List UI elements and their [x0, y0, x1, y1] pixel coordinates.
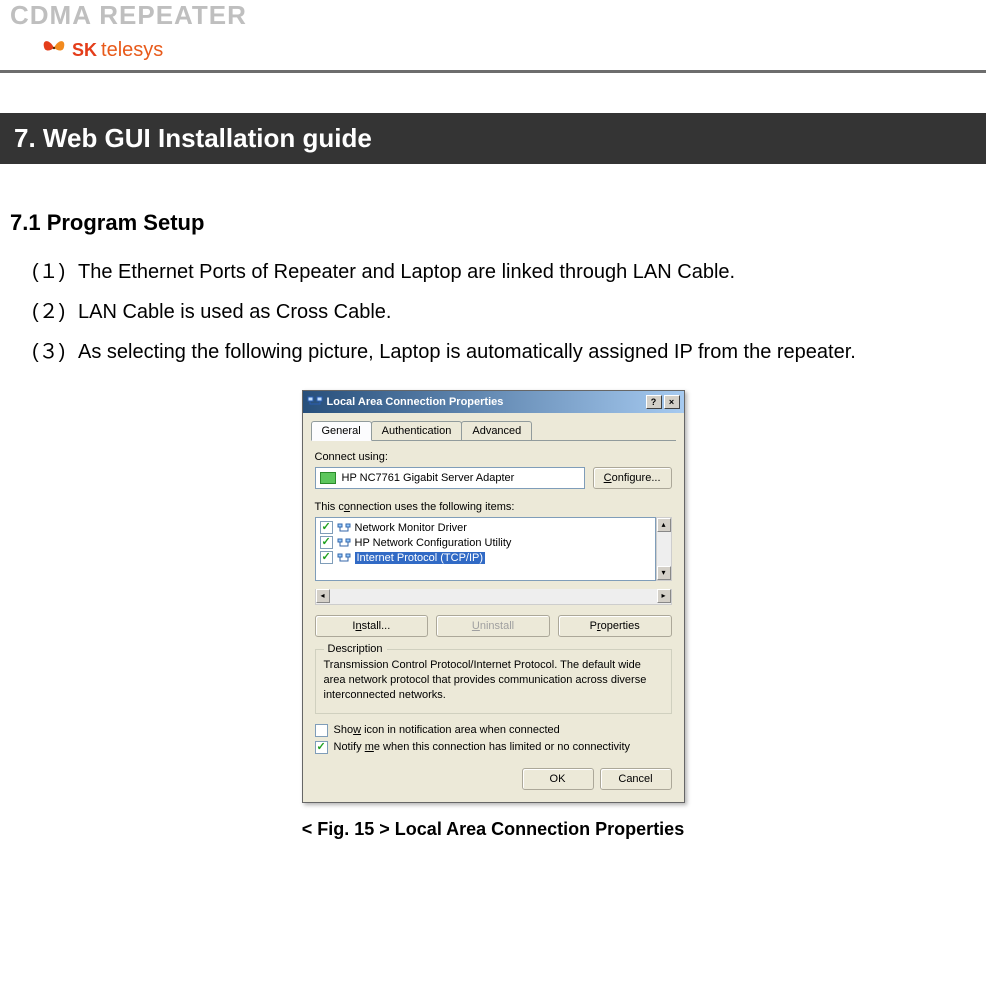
scroll-down-icon[interactable]: ▾ [657, 566, 671, 580]
configure-button[interactable]: Configure... [593, 467, 672, 489]
list-item: (２)LAN Cable is used as Cross Cable. [32, 298, 976, 326]
close-button[interactable]: × [664, 395, 680, 409]
butterfly-icon [40, 37, 68, 64]
section-header: 7. Web GUI Installation guide [0, 113, 986, 164]
list-item-text: The Ethernet Ports of Repeater and Lapto… [78, 261, 735, 283]
checkbox-icon[interactable] [315, 724, 328, 737]
protocol-icon [337, 522, 351, 534]
tab-authentication[interactable]: Authentication [371, 421, 463, 440]
checkbox-icon[interactable] [320, 551, 333, 564]
tab-strip: General Authentication Advanced [311, 421, 676, 441]
scroll-left-icon[interactable]: ◂ [316, 589, 330, 603]
list-item[interactable]: Network Monitor Driver [318, 520, 653, 535]
help-button[interactable]: ? [646, 395, 662, 409]
protocol-icon [337, 537, 351, 549]
network-icon [307, 394, 323, 411]
horizontal-scrollbar[interactable]: ◂ ▸ [315, 589, 672, 605]
tab-advanced[interactable]: Advanced [461, 421, 532, 440]
list-item[interactable]: Internet Protocol (TCP/IP) [318, 550, 653, 565]
properties-button[interactable]: Properties [558, 615, 672, 637]
notify-label: Notify me when this connection has limit… [334, 741, 631, 753]
tab-general[interactable]: General [311, 421, 372, 441]
description-group: Description Transmission Control Protoco… [315, 649, 672, 714]
checkbox-icon[interactable] [320, 521, 333, 534]
list-item-num: (２) [32, 298, 78, 326]
dialog-titlebar[interactable]: Local Area Connection Properties ? × [303, 391, 684, 413]
local-area-connection-properties-dialog: Local Area Connection Properties ? × Gen… [302, 390, 685, 803]
checkbox-icon[interactable] [315, 741, 328, 754]
items-listbox[interactable]: Network Monitor Driver HP Network Config… [315, 517, 656, 581]
brand-text: telesys [101, 39, 163, 62]
install-button[interactable]: Install... [315, 615, 429, 637]
list-item-text: As selecting the following picture, Lapt… [78, 341, 856, 363]
brand-sk-text: SK [72, 40, 97, 61]
list-item-text: LAN Cable is used as Cross Cable. [78, 301, 391, 323]
description-text: Transmission Control Protocol/Internet P… [324, 658, 663, 703]
scroll-right-icon[interactable]: ▸ [657, 589, 671, 603]
brand-logo: SK telesys [40, 37, 976, 64]
adapter-name: HP NC7761 Gigabit Server Adapter [342, 472, 515, 484]
item-label: Internet Protocol (TCP/IP) [355, 552, 486, 564]
subsection-heading: 7.1 Program Setup [10, 210, 976, 236]
list-item[interactable]: HP Network Configuration Utility [318, 535, 653, 550]
page-header-title: CDMA REPEATER [10, 0, 976, 31]
figure-caption: < Fig. 15 > Local Area Connection Proper… [10, 819, 976, 840]
checkbox-icon[interactable] [320, 536, 333, 549]
list-item: (１)The Ethernet Ports of Repeater and La… [32, 258, 976, 286]
cancel-button[interactable]: Cancel [600, 768, 672, 790]
list-item: (３)As selecting the following picture, L… [32, 338, 976, 366]
item-label: HP Network Configuration Utility [355, 537, 512, 549]
connect-using-label: Connect using: [315, 451, 672, 463]
ok-button[interactable]: OK [522, 768, 594, 790]
header-divider [0, 70, 986, 73]
description-legend: Description [324, 643, 387, 655]
item-label: Network Monitor Driver [355, 522, 467, 534]
notify-row[interactable]: Notify me when this connection has limit… [315, 741, 672, 754]
scroll-up-icon[interactable]: ▴ [657, 518, 671, 532]
vertical-scrollbar[interactable]: ▴ ▾ [656, 517, 672, 581]
show-icon-label: Show icon in notification area when conn… [334, 724, 560, 736]
adapter-icon [320, 472, 336, 484]
show-icon-row[interactable]: Show icon in notification area when conn… [315, 724, 672, 737]
items-label: This connection uses the following items… [315, 501, 672, 513]
uninstall-button: Uninstall [436, 615, 550, 637]
dialog-title: Local Area Connection Properties [327, 396, 504, 408]
numbered-list: (１)The Ethernet Ports of Repeater and La… [10, 258, 976, 366]
protocol-icon [337, 552, 351, 564]
list-item-num: (１) [32, 258, 78, 286]
list-item-num: (３) [32, 338, 78, 366]
adapter-field: HP NC7761 Gigabit Server Adapter [315, 467, 585, 489]
